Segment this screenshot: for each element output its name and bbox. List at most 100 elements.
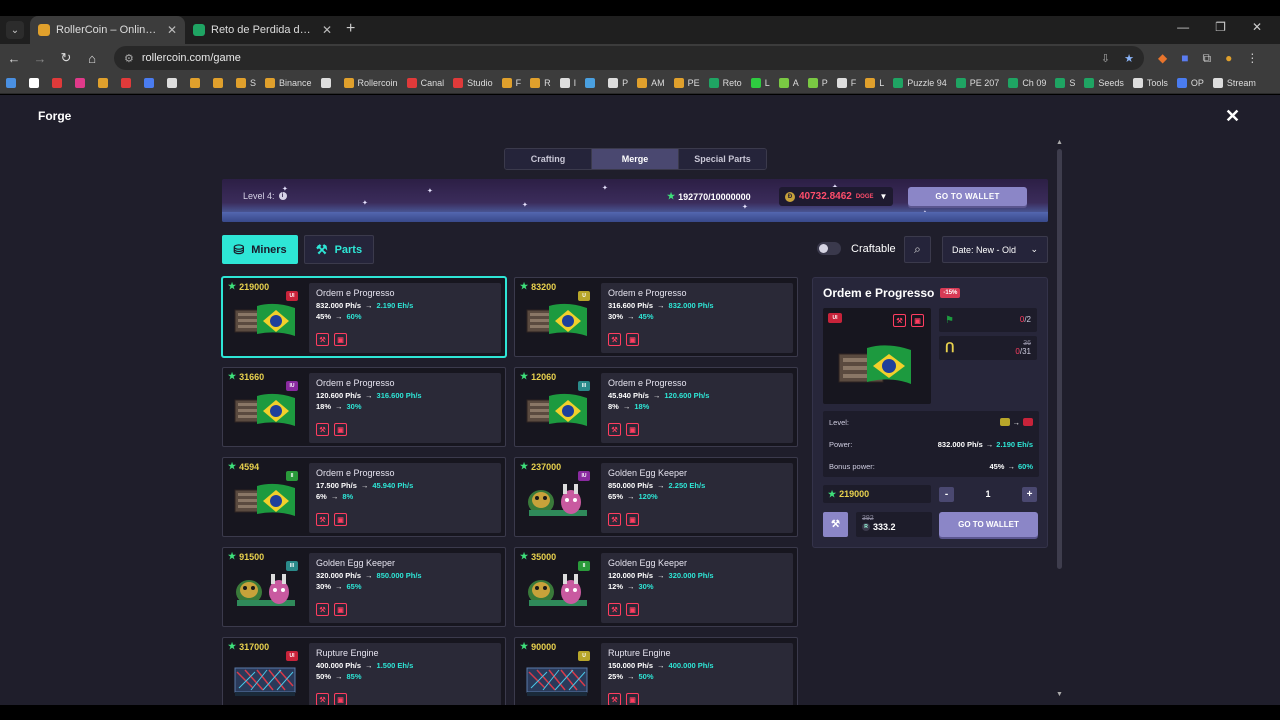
bookmark-item[interactable]: Reto bbox=[708, 77, 742, 88]
craft-icon[interactable]: ⚒ bbox=[608, 423, 621, 436]
miner-card[interactable]: ★ 219000 UI Ordem e Progresso 832.000 Ph/s → 2… bbox=[222, 277, 506, 357]
miner-card[interactable]: ★ 4594 II Ordem e Progresso 17.500 Ph/s → 45.9… bbox=[222, 457, 506, 537]
bookmark-item[interactable]: S bbox=[1055, 77, 1075, 88]
bookmark-item[interactable]: Studio bbox=[453, 77, 493, 88]
craft-icon[interactable]: ⚒ bbox=[316, 423, 329, 436]
address-bar[interactable]: ⚙ rollercoin.com/game ⇩ ★ bbox=[114, 46, 1144, 70]
merge-icon[interactable]: ▣ bbox=[334, 423, 347, 436]
bookmark-item[interactable] bbox=[29, 77, 43, 88]
tab-special-parts[interactable]: Special Parts bbox=[679, 149, 766, 169]
bookmark-item[interactable] bbox=[6, 77, 20, 88]
minimize-icon[interactable]: — bbox=[1177, 20, 1189, 34]
bookmark-item[interactable]: L bbox=[750, 77, 770, 88]
craft-icon[interactable]: ⚒ bbox=[608, 693, 621, 705]
craft-icon[interactable]: ⚒ bbox=[608, 333, 621, 346]
back-icon[interactable]: ← bbox=[2, 51, 26, 66]
extensions-puzzle-icon[interactable]: ⧉ bbox=[1202, 51, 1211, 66]
fox-extension-icon[interactable]: ◆ bbox=[1158, 51, 1167, 66]
craft-icon[interactable]: ⚒ bbox=[608, 603, 621, 616]
reload-icon[interactable]: ↻ bbox=[54, 50, 78, 66]
tab-search-icon[interactable]: ⌄ bbox=[6, 21, 24, 39]
craft-icon[interactable]: ⚒ bbox=[316, 603, 329, 616]
tab-close-icon[interactable]: ✕ bbox=[322, 23, 332, 37]
miner-card[interactable]: ★ 83200 U Ordem e Progresso 316.600 Ph/s → 832… bbox=[514, 277, 798, 357]
balance-selector[interactable]: Ð 40732.8462 DOGE ▼ bbox=[779, 187, 894, 206]
close-icon[interactable]: ✕ bbox=[1225, 106, 1240, 127]
bookmark-item[interactable] bbox=[121, 77, 135, 88]
miner-card[interactable]: ★ 31660 IU Ordem e Progresso 120.600 Ph/s → 31… bbox=[222, 367, 506, 447]
decrease-button[interactable]: - bbox=[939, 486, 954, 502]
bookmark-item[interactable]: Canal bbox=[406, 77, 444, 88]
bookmark-item[interactable]: OP bbox=[1176, 77, 1204, 88]
bookmark-item[interactable]: R bbox=[530, 77, 551, 88]
merge-icon[interactable]: ▣ bbox=[626, 423, 639, 436]
bookmark-item[interactable]: Tools bbox=[1132, 77, 1168, 88]
install-icon[interactable]: ⇩ bbox=[1101, 52, 1110, 65]
bookmark-item[interactable]: I bbox=[559, 77, 576, 88]
merge-icon[interactable]: ▣ bbox=[911, 314, 924, 327]
parts-filter-button[interactable]: ⚒ Parts bbox=[304, 235, 374, 264]
bookmark-item[interactable] bbox=[98, 77, 112, 88]
tab-merge[interactable]: Merge bbox=[592, 149, 679, 169]
miner-card[interactable]: ★ 317000 UI Rupture Engine 400.000 Ph/s → 1.50… bbox=[222, 637, 506, 705]
scrollbar-thumb[interactable] bbox=[1057, 149, 1062, 569]
merge-icon[interactable]: ▣ bbox=[334, 693, 347, 705]
menu-kebab-icon[interactable]: ⋮ bbox=[1246, 51, 1258, 66]
miner-card[interactable]: ★ 91500 III Golden Egg Keeper 320.000 Ph/s → 8… bbox=[222, 547, 506, 627]
bookmark-item[interactable] bbox=[213, 77, 227, 88]
bookmark-item[interactable] bbox=[144, 77, 158, 88]
tab-close-icon[interactable]: ✕ bbox=[167, 23, 177, 37]
search-button[interactable]: ⌕ bbox=[904, 236, 931, 263]
merge-icon[interactable]: ▣ bbox=[334, 333, 347, 346]
bookmark-item[interactable] bbox=[52, 77, 66, 88]
merge-icon[interactable]: ▣ bbox=[334, 603, 347, 616]
scroll-up-icon[interactable]: ▲ bbox=[1056, 139, 1063, 146]
bookmark-item[interactable]: P bbox=[608, 77, 628, 88]
scrollbar[interactable]: ▲ ▼ bbox=[1056, 139, 1064, 699]
craft-icon[interactable]: ⚒ bbox=[316, 333, 329, 346]
miner-card[interactable]: ★ 35000 II Golden Egg Keeper 120.000 Ph/s → 32… bbox=[514, 547, 798, 627]
bookmark-item[interactable] bbox=[585, 77, 599, 88]
new-tab-icon[interactable]: + bbox=[346, 20, 355, 38]
craft-icon[interactable]: ⚒ bbox=[316, 513, 329, 526]
bookmark-item[interactable]: PE bbox=[673, 77, 700, 88]
craft-icon[interactable]: ⚒ bbox=[893, 314, 906, 327]
bookmark-item[interactable]: Puzzle 94 bbox=[893, 77, 947, 88]
bookmark-item[interactable] bbox=[320, 77, 335, 88]
miners-filter-button[interactable]: ⛁ Miners bbox=[222, 235, 298, 264]
bookmark-item[interactable] bbox=[75, 77, 89, 88]
info-icon[interactable]: i bbox=[278, 192, 287, 200]
forward-icon[interactable]: → bbox=[28, 51, 52, 66]
bookmark-item[interactable]: Ch 09 bbox=[1008, 77, 1046, 88]
go-to-wallet-button[interactable]: GO TO WALLET bbox=[908, 187, 1027, 206]
bookmark-item[interactable]: L bbox=[865, 77, 884, 88]
merge-icon[interactable]: ▣ bbox=[626, 333, 639, 346]
browser-tab-sheets[interactable]: Reto de Perdida de Peso - El M ✕ bbox=[185, 16, 340, 44]
detail-go-to-wallet-button[interactable]: GO TO WALLET bbox=[939, 512, 1038, 537]
extension-icon[interactable]: ■ bbox=[1181, 51, 1188, 66]
craftable-toggle[interactable] bbox=[817, 242, 841, 255]
bookmark-item[interactable]: F bbox=[836, 77, 856, 88]
bookmark-item[interactable]: S bbox=[236, 77, 256, 88]
merge-action-button[interactable]: ⚒ bbox=[823, 512, 848, 537]
bookmark-item[interactable] bbox=[167, 77, 181, 88]
miner-card[interactable]: ★ 12060 III Ordem e Progresso 45.940 Ph/s → 12… bbox=[514, 367, 798, 447]
increase-button[interactable]: + bbox=[1021, 486, 1037, 502]
merge-icon[interactable]: ▣ bbox=[626, 603, 639, 616]
bookmark-item[interactable] bbox=[190, 77, 204, 88]
bookmark-item[interactable]: PE 207 bbox=[955, 77, 999, 88]
bookmark-item[interactable]: Stream bbox=[1212, 77, 1256, 88]
merge-icon[interactable]: ▣ bbox=[626, 693, 639, 705]
miner-card[interactable]: ★ 237000 IU Golden Egg Keeper 850.000 Ph/s → 2… bbox=[514, 457, 798, 537]
bookmark-item[interactable]: Binance bbox=[265, 77, 312, 88]
merge-icon[interactable]: ▣ bbox=[334, 513, 347, 526]
craft-icon[interactable]: ⚒ bbox=[608, 513, 621, 526]
sort-select[interactable]: Date: New - Old ⌄ bbox=[942, 236, 1048, 263]
tab-crafting[interactable]: Crafting bbox=[505, 149, 592, 169]
browser-tab-rollercoin[interactable]: RollerCoin – Online Bitcoin Mining ✕ bbox=[30, 16, 185, 44]
home-icon[interactable]: ⌂ bbox=[80, 51, 104, 66]
miner-card[interactable]: ★ 90000 U Rupture Engine 150.000 Ph/s → 400.00… bbox=[514, 637, 798, 705]
scroll-down-icon[interactable]: ▼ bbox=[1056, 691, 1063, 698]
craft-icon[interactable]: ⚒ bbox=[316, 693, 329, 705]
profile-icon[interactable]: ● bbox=[1225, 51, 1232, 66]
